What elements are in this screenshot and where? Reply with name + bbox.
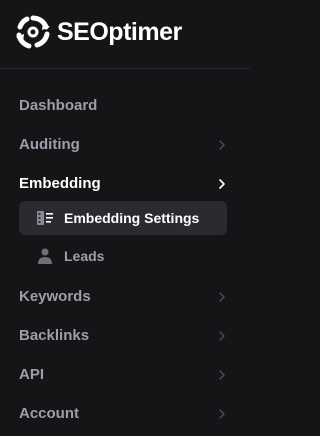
chevron-right-icon (219, 178, 225, 189)
sidebar-subitem-label: Leads (64, 248, 105, 264)
sidebar-item-auditing[interactable]: Auditing (0, 125, 250, 164)
sidebar-item-label: Backlinks (19, 327, 90, 344)
person-icon (38, 248, 52, 264)
sidebar-subitem-embedding-settings[interactable]: Embedding Settings (19, 201, 227, 235)
sidebar-item-label: Keywords (19, 288, 91, 305)
chevron-right-icon (219, 369, 225, 380)
sidebar-item-account[interactable]: Account (0, 394, 250, 433)
sidebar-subitem-leads[interactable]: Leads (19, 239, 227, 273)
chevron-right-icon (219, 408, 225, 419)
chevron-right-icon (219, 139, 225, 150)
sidebar-item-label: Account (19, 405, 79, 422)
sidebar-item-label: API (19, 366, 45, 383)
sidebar-nav: Dashboard Auditing Embedding Embedding S… (0, 86, 250, 433)
sidebar-item-label: Embedding (19, 175, 101, 192)
embedding-subnav: Embedding Settings Leads (0, 201, 250, 273)
sidebar-item-label: Auditing (19, 136, 80, 153)
sidebar-item-label: Dashboard (19, 97, 98, 114)
sidebar-item-api[interactable]: API (0, 355, 250, 394)
sidebar-item-embedding[interactable]: Embedding (0, 164, 250, 203)
brand-name: SEOptimer (57, 17, 182, 46)
gear-arrows-icon (16, 15, 50, 49)
sidebar-item-dashboard[interactable]: Dashboard (0, 86, 250, 125)
sidebar-subitem-label: Embedding Settings (64, 210, 200, 226)
chevron-right-icon (219, 291, 225, 302)
chevron-right-icon (219, 330, 225, 341)
sidebar-item-backlinks[interactable]: Backlinks (0, 316, 250, 355)
header-divider (0, 68, 250, 69)
sidebar-item-keywords[interactable]: Keywords (0, 277, 250, 316)
embed-settings-icon (37, 211, 53, 225)
brand-logo[interactable]: SEOptimer (15, 12, 182, 52)
